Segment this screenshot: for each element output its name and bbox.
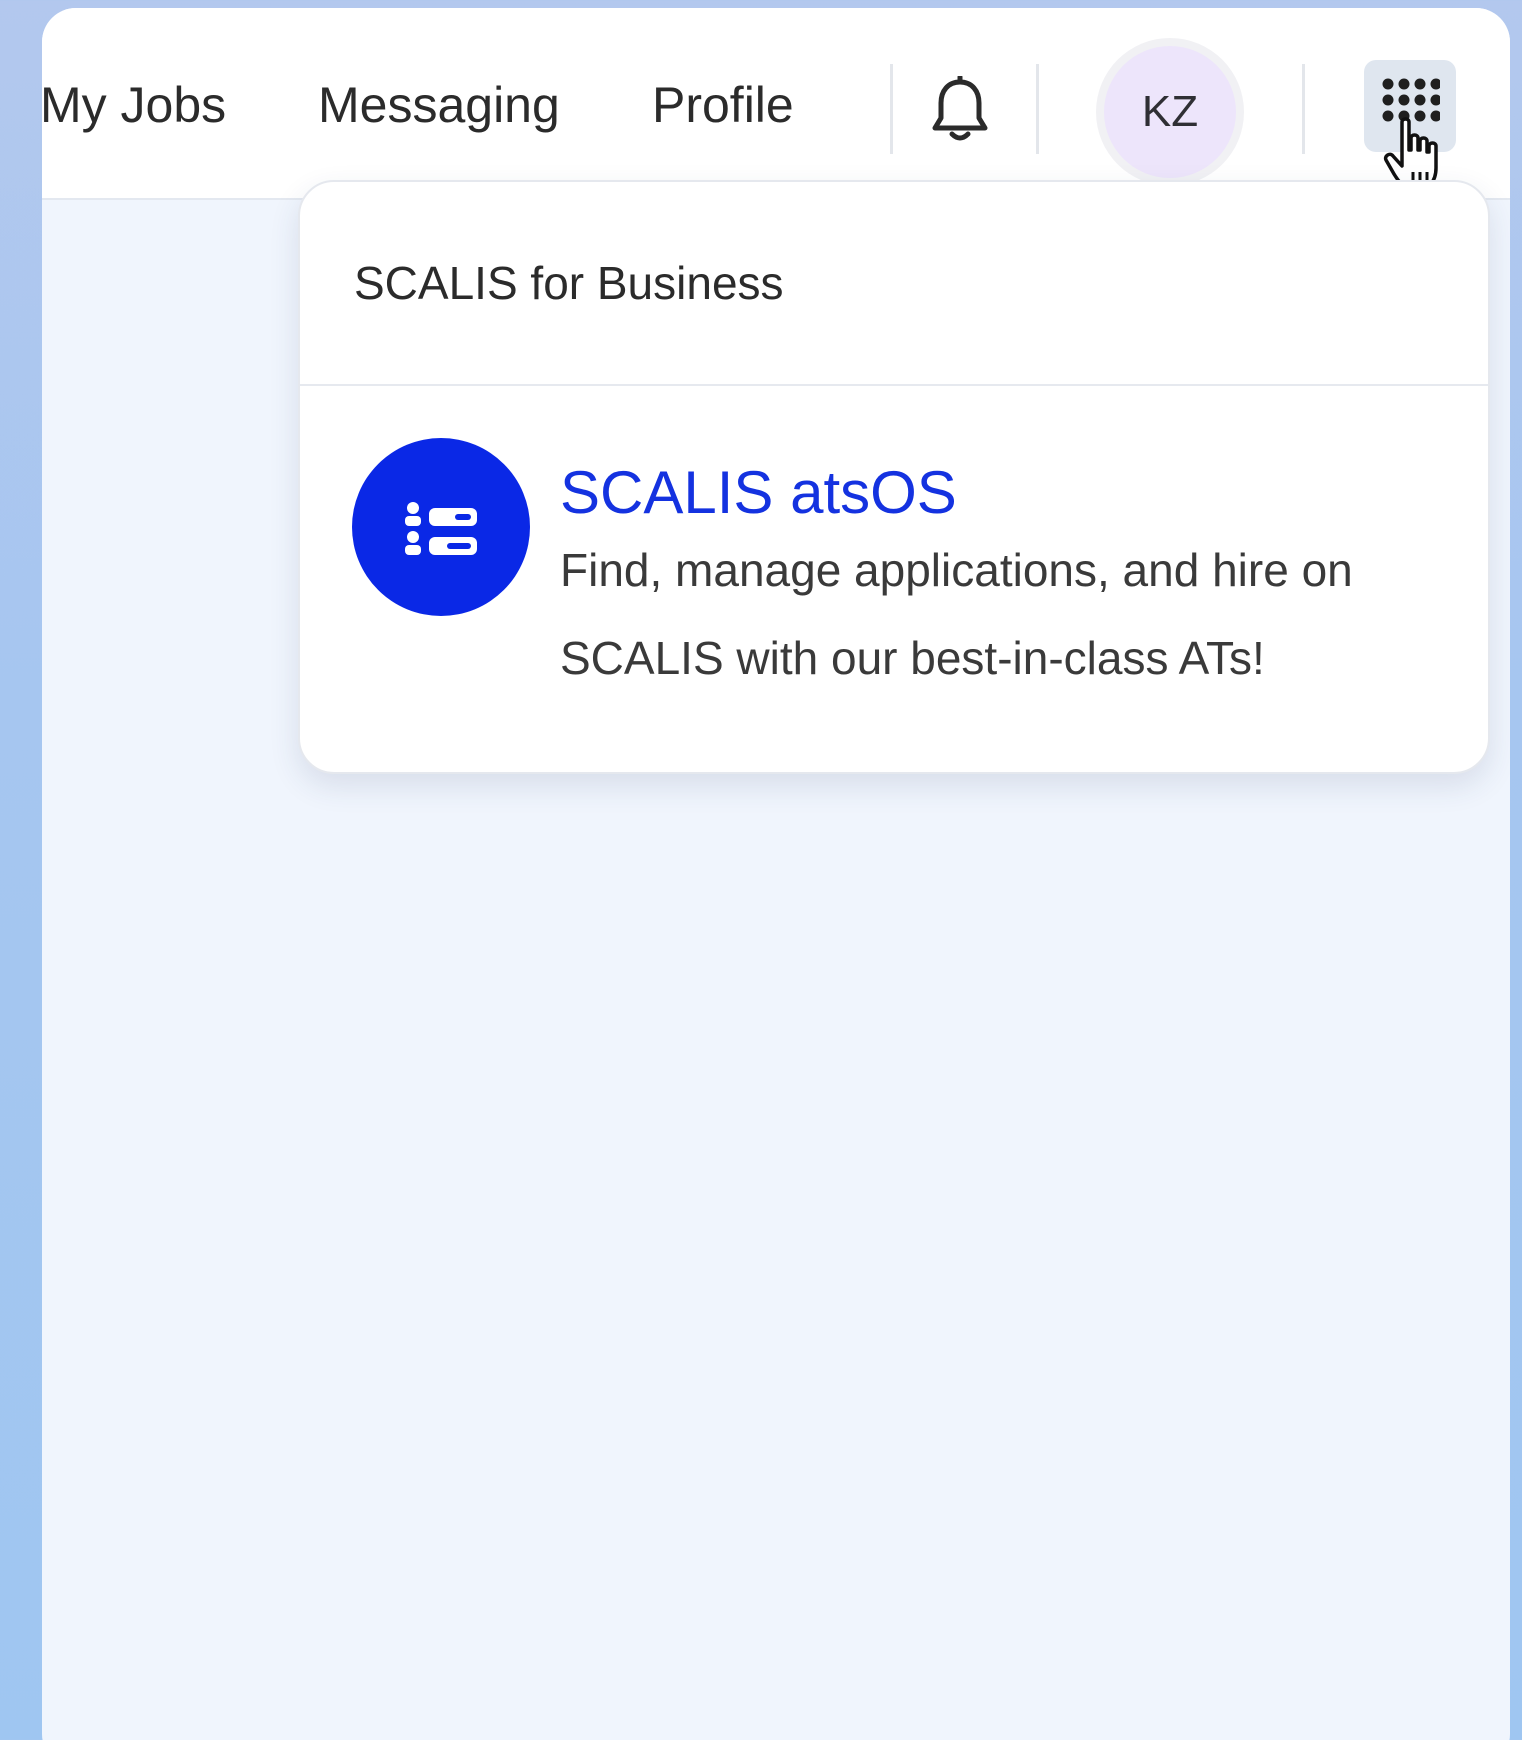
app-item-scalis-atsos[interactable]: SCALIS atsOS Find, manage applications, … — [300, 386, 1488, 770]
app-window: My Jobs Messaging Profile KZ SCALIS for … — [42, 8, 1510, 1740]
apps-dropdown-menu: SCALIS for Business SCALIS atsOS Find, m… — [298, 180, 1490, 774]
bell-icon[interactable] — [928, 74, 992, 146]
app-description: Find, manage applications, and hire on S… — [560, 544, 1353, 684]
app-name: SCALIS atsOS — [560, 459, 957, 526]
dropdown-header: SCALIS for Business — [300, 182, 1488, 386]
user-avatar-button[interactable]: KZ — [1096, 38, 1244, 186]
nav-divider — [1302, 64, 1305, 154]
list-users-icon — [352, 438, 530, 616]
top-navigation-bar: My Jobs Messaging Profile KZ — [42, 8, 1510, 200]
nav-link-profile[interactable]: Profile — [652, 78, 794, 133]
avatar: KZ — [1104, 46, 1236, 178]
dropdown-title: SCALIS for Business — [354, 257, 784, 309]
nav-divider — [1036, 64, 1039, 154]
nav-link-my-jobs[interactable]: My Jobs — [42, 78, 226, 133]
nav-divider — [890, 64, 893, 154]
nav-link-messaging[interactable]: Messaging — [318, 78, 560, 133]
